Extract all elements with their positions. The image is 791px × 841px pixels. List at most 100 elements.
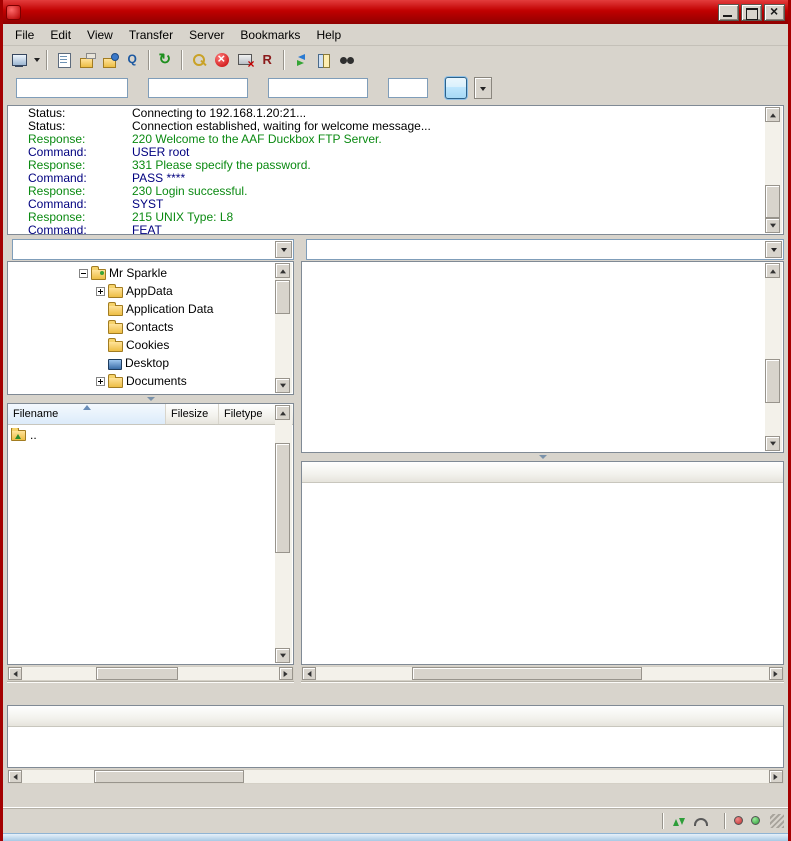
message-log[interactable]: Status: Connecting to 192.168.1.20:21...…	[7, 105, 784, 235]
tree-node-label: Documents	[126, 374, 187, 388]
pane-splitter[interactable]	[294, 237, 301, 703]
scroll-left-button[interactable]	[8, 770, 22, 783]
scroll-right-button[interactable]	[769, 667, 783, 680]
menu-new-version-link[interactable]	[349, 32, 365, 38]
local-site-combo[interactable]	[12, 239, 294, 260]
menu-item[interactable]: Server	[181, 25, 232, 45]
toolbar-icon	[237, 52, 253, 68]
menu-item[interactable]: Edit	[42, 25, 79, 45]
local-file-list[interactable]: Filename Filesize Filetype ..	[7, 403, 294, 665]
tree-node[interactable]: Documents	[8, 372, 293, 390]
toolbar-separator	[148, 50, 150, 70]
resize-grip[interactable]	[770, 814, 784, 828]
expander-icon[interactable]	[79, 269, 88, 278]
local-pane: Mr Sparkle AppData Application Data	[7, 237, 294, 703]
tree-node[interactable]: Application Data	[8, 300, 293, 318]
remote-list-hscrollbar[interactable]	[301, 666, 784, 681]
scroll-down-button[interactable]	[275, 378, 290, 393]
window-bottom-border	[3, 833, 788, 841]
scroll-down-button[interactable]	[765, 218, 780, 233]
password-input[interactable]	[268, 78, 368, 98]
toolbar-icon	[158, 52, 174, 68]
menu-item[interactable]: File	[7, 25, 42, 45]
scroll-up-button[interactable]	[275, 263, 290, 278]
refresh-button[interactable]	[154, 49, 177, 71]
queue-body[interactable]	[8, 727, 783, 767]
find-files-button[interactable]	[335, 49, 358, 71]
cancel-operation-button[interactable]	[210, 49, 233, 71]
scroll-up-button[interactable]	[765, 107, 780, 122]
process-queue-button[interactable]	[187, 49, 210, 71]
site-manager-button[interactable]	[7, 49, 30, 71]
tree-node[interactable]: Desktop	[8, 354, 293, 372]
username-input[interactable]	[148, 78, 248, 98]
log-scrollbar[interactable]	[765, 107, 782, 233]
local-pane-splitter[interactable]	[7, 395, 294, 403]
scroll-down-button[interactable]	[765, 436, 780, 451]
toolbar	[3, 46, 788, 73]
expander-icon[interactable]	[96, 377, 105, 386]
remote-status-text	[301, 681, 784, 703]
combo-dropdown-button[interactable]	[765, 241, 782, 258]
reconnect-button[interactable]	[256, 49, 279, 71]
file-list-row[interactable]: ..	[8, 425, 293, 444]
combo-dropdown-button[interactable]	[275, 241, 292, 258]
synchronized-browsing-button[interactable]	[289, 49, 312, 71]
remote-pane-splitter[interactable]	[301, 453, 784, 461]
scrollbar-thumb[interactable]	[412, 667, 642, 680]
title-bar[interactable]	[3, 0, 788, 24]
tree-node[interactable]: Contacts	[8, 318, 293, 336]
scrollbar-thumb[interactable]	[765, 185, 780, 218]
host-input[interactable]	[16, 78, 128, 98]
scrollbar-thumb[interactable]	[94, 770, 244, 783]
expander-icon[interactable]	[96, 287, 105, 296]
minimize-button[interactable]	[718, 4, 739, 21]
scrollbar-thumb[interactable]	[275, 443, 290, 553]
menu-item[interactable]: View	[79, 25, 121, 45]
column-header[interactable]: Filename	[8, 404, 166, 424]
local-status-text	[7, 681, 294, 703]
scroll-right-button[interactable]	[279, 667, 293, 680]
scroll-up-button[interactable]	[275, 405, 290, 420]
local-directory-tree[interactable]: Mr Sparkle AppData Application Data	[7, 261, 294, 395]
local-tree-scrollbar[interactable]	[275, 263, 292, 393]
column-header[interactable]: Filesize	[166, 404, 219, 424]
local-list-hscrollbar[interactable]	[7, 666, 294, 681]
scrollbar-thumb[interactable]	[765, 359, 780, 403]
port-input[interactable]	[388, 78, 428, 98]
tree-node-label: Contacts	[126, 320, 173, 334]
toggle-queue-button[interactable]	[121, 49, 144, 71]
site-manager-dropdown[interactable]	[30, 49, 42, 71]
scroll-right-button[interactable]	[769, 770, 783, 783]
queue-hscrollbar[interactable]	[7, 769, 784, 784]
scrollbar-thumb[interactable]	[96, 667, 178, 680]
tree-node[interactable]: AppData	[8, 282, 293, 300]
tree-node[interactable]: Cookies	[8, 336, 293, 354]
directory-comparison-button[interactable]	[312, 49, 335, 71]
close-button[interactable]	[764, 4, 785, 21]
scroll-up-button[interactable]	[765, 263, 780, 278]
tree-node[interactable]: Mr Sparkle	[8, 264, 293, 282]
toolbar-icon	[125, 52, 141, 68]
toggle-remote-tree-button[interactable]	[98, 49, 121, 71]
log-lines: Status: Connecting to 192.168.1.20:21...…	[8, 107, 783, 235]
scroll-down-button[interactable]	[275, 648, 290, 663]
scrollbar-thumb[interactable]	[275, 280, 290, 314]
window-control-glyph	[742, 5, 761, 20]
remote-tree-scrollbar[interactable]	[765, 263, 782, 451]
remote-site-combo[interactable]	[306, 239, 784, 260]
scroll-left-button[interactable]	[8, 667, 22, 680]
maximize-button[interactable]	[741, 4, 762, 21]
toggle-message-log-button[interactable]	[52, 49, 75, 71]
remote-directory-tree[interactable]	[301, 261, 784, 453]
quickconnect-dropdown-button[interactable]	[474, 77, 492, 99]
local-list-scrollbar[interactable]	[275, 405, 292, 663]
disconnect-button[interactable]	[233, 49, 256, 71]
scroll-left-button[interactable]	[302, 667, 316, 680]
remote-file-list[interactable]	[301, 461, 784, 665]
quickconnect-button[interactable]	[445, 77, 467, 99]
toggle-local-tree-button[interactable]	[75, 49, 98, 71]
menu-item[interactable]: Transfer	[121, 25, 181, 45]
menu-item[interactable]: Bookmarks	[232, 25, 308, 45]
menu-item[interactable]: Help	[308, 25, 349, 45]
